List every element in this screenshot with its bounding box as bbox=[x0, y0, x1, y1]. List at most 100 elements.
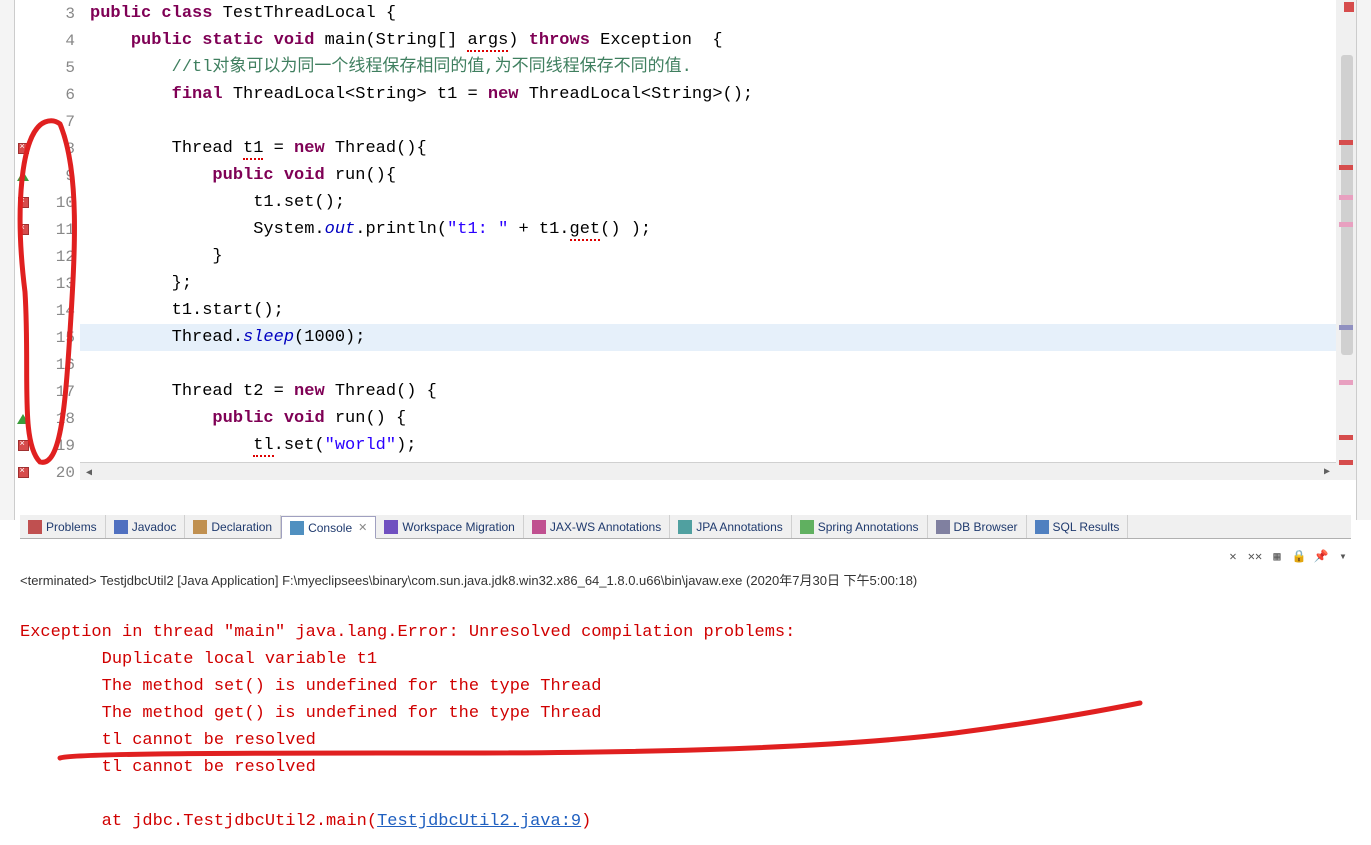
error-marker-icon[interactable] bbox=[15, 459, 31, 480]
code-token: main(String[] bbox=[314, 31, 467, 50]
console-output[interactable]: Exception in thread "main" java.lang.Err… bbox=[20, 592, 1351, 845]
code-token: args bbox=[467, 31, 508, 52]
code-token: final bbox=[172, 85, 223, 104]
error-marker-icon[interactable] bbox=[15, 216, 31, 243]
code-token: Thread t2 = bbox=[90, 382, 294, 401]
line-number[interactable]: 3 bbox=[15, 0, 80, 27]
code-area[interactable]: public class TestThreadLocal { public st… bbox=[80, 0, 1356, 480]
line-number[interactable]: 16 bbox=[15, 351, 80, 378]
console-line: The method get() is undefined for the ty… bbox=[20, 704, 602, 723]
line-number[interactable]: 5 bbox=[15, 54, 80, 81]
code-line[interactable]: Thread t1 = new Thread(){ bbox=[80, 135, 1356, 162]
pin-console-button[interactable]: 📌 bbox=[1313, 548, 1329, 564]
scroll-left-icon[interactable]: ◀ bbox=[80, 464, 98, 480]
remove-all-launches-button[interactable]: ✕✕ bbox=[1247, 548, 1263, 564]
overview-error-mark[interactable] bbox=[1339, 435, 1353, 440]
code-token: public static void bbox=[131, 31, 315, 50]
console-icon bbox=[290, 521, 304, 535]
code-line[interactable]: public void run(){ bbox=[80, 162, 1356, 189]
tab-spring-annotations[interactable]: Spring Annotations bbox=[792, 515, 928, 538]
code-line[interactable]: System.out.println("t1: " + t1.get() ); bbox=[80, 216, 1356, 243]
console-toolbar: ✕ ✕✕ ▦ 🔒 📌 ▾ bbox=[1225, 545, 1351, 567]
tab-console[interactable]: Console✕ bbox=[281, 516, 376, 539]
code-token: ThreadLocal<String> t1 = bbox=[223, 85, 488, 104]
overview-error-mark[interactable] bbox=[1339, 460, 1353, 465]
tab-label: Problems bbox=[46, 520, 97, 534]
code-line[interactable]: t1.set(); bbox=[80, 189, 1356, 216]
tab-problems[interactable]: Problems bbox=[20, 515, 106, 538]
line-number[interactable]: 4 bbox=[15, 27, 80, 54]
clear-console-button[interactable]: ▦ bbox=[1269, 548, 1285, 564]
code-line[interactable] bbox=[80, 108, 1356, 135]
error-marker-icon[interactable] bbox=[15, 432, 31, 459]
overview-error-mark[interactable] bbox=[1339, 380, 1353, 385]
code-line[interactable]: public static void main(String[] args) t… bbox=[80, 27, 1356, 54]
code-token: () ); bbox=[600, 220, 651, 239]
close-icon[interactable]: ✕ bbox=[358, 521, 367, 534]
overview-error-mark[interactable] bbox=[1339, 195, 1353, 200]
line-number[interactable]: 13 bbox=[15, 270, 80, 297]
code-editor[interactable]: 34567891011121314151617181920 public cla… bbox=[15, 0, 1356, 480]
line-number[interactable]: 9 bbox=[15, 162, 80, 189]
overview-error-mark[interactable] bbox=[1339, 140, 1353, 145]
code-line[interactable]: t1.start(); bbox=[80, 297, 1356, 324]
code-token: (1000); bbox=[294, 328, 365, 347]
tab-db-browser[interactable]: DB Browser bbox=[928, 515, 1027, 538]
views-tab-strip[interactable]: Problems JavadocDeclarationConsole✕Worksp… bbox=[20, 515, 1351, 539]
line-number[interactable]: 7 bbox=[15, 108, 80, 135]
line-number[interactable]: 6 bbox=[15, 81, 80, 108]
scroll-lock-button[interactable]: 🔒 bbox=[1291, 548, 1307, 564]
code-token: new bbox=[294, 382, 325, 401]
tab-workspace-migration[interactable]: Workspace Migration bbox=[376, 515, 524, 538]
migration-icon bbox=[384, 520, 398, 534]
code-line[interactable]: public void run() { bbox=[80, 405, 1356, 432]
line-number[interactable]: 10 bbox=[15, 189, 80, 216]
editor-gutter[interactable]: 34567891011121314151617181920 bbox=[15, 0, 80, 480]
code-token: TestThreadLocal { bbox=[212, 4, 396, 23]
tab-jax-ws-annotations[interactable]: JAX-WS Annotations bbox=[524, 515, 670, 538]
overview-error-mark[interactable] bbox=[1339, 222, 1353, 227]
code-token: new bbox=[488, 85, 519, 104]
warning-marker-icon[interactable] bbox=[15, 405, 31, 432]
code-token: out bbox=[325, 220, 356, 239]
code-line[interactable]: //tl对象可以为同一个线程保存相同的值,为不同线程保存不同的值. bbox=[80, 54, 1356, 81]
code-token: Exception { bbox=[590, 31, 723, 50]
code-line[interactable]: Thread.sleep(1000); bbox=[80, 324, 1356, 351]
line-number[interactable]: 20 bbox=[15, 459, 80, 480]
overview-ruler[interactable] bbox=[1336, 0, 1356, 480]
code-line[interactable]: final ThreadLocal<String> t1 = new Threa… bbox=[80, 81, 1356, 108]
overview-slider[interactable] bbox=[1341, 55, 1353, 355]
code-line[interactable]: public class TestThreadLocal { bbox=[80, 0, 1356, 27]
code-token bbox=[90, 355, 100, 374]
code-token: + t1. bbox=[508, 220, 569, 239]
problems-icon bbox=[28, 520, 42, 534]
overview-error-mark[interactable] bbox=[1339, 165, 1353, 170]
tab-jpa-annotations[interactable]: JPA Annotations bbox=[670, 515, 792, 538]
horizontal-scrollbar[interactable]: ◀ ▶ bbox=[80, 462, 1336, 480]
line-number[interactable]: 19 bbox=[15, 432, 80, 459]
line-number[interactable]: 15 bbox=[15, 324, 80, 351]
error-marker-icon[interactable] bbox=[15, 135, 31, 162]
line-number[interactable]: 11 bbox=[15, 216, 80, 243]
line-number[interactable]: 17 bbox=[15, 378, 80, 405]
error-marker-icon[interactable] bbox=[15, 189, 31, 216]
stacktrace-link[interactable]: TestjdbcUtil2.java:9 bbox=[377, 812, 581, 831]
code-line[interactable]: Thread t2 = new Thread() { bbox=[80, 378, 1356, 405]
code-line[interactable]: }; bbox=[80, 270, 1356, 297]
line-number[interactable]: 12 bbox=[15, 243, 80, 270]
code-line[interactable] bbox=[80, 351, 1356, 378]
line-number[interactable]: 18 bbox=[15, 405, 80, 432]
code-line[interactable]: tl.set("world"); bbox=[80, 432, 1356, 459]
scroll-right-icon[interactable]: ▶ bbox=[1318, 463, 1336, 480]
display-selected-dropdown[interactable]: ▾ bbox=[1335, 548, 1351, 564]
warning-marker-icon[interactable] bbox=[15, 162, 31, 189]
tab-javadoc[interactable]: Javadoc bbox=[106, 515, 186, 538]
tab-sql-results[interactable]: SQL Results bbox=[1027, 515, 1129, 538]
line-number[interactable]: 8 bbox=[15, 135, 80, 162]
remove-launch-button[interactable]: ✕ bbox=[1225, 548, 1241, 564]
tab-declaration[interactable]: Declaration bbox=[185, 515, 281, 538]
line-number[interactable]: 14 bbox=[15, 297, 80, 324]
declaration-icon bbox=[193, 520, 207, 534]
overview-occurrence-mark[interactable] bbox=[1339, 325, 1353, 330]
code-line[interactable]: } bbox=[80, 243, 1356, 270]
